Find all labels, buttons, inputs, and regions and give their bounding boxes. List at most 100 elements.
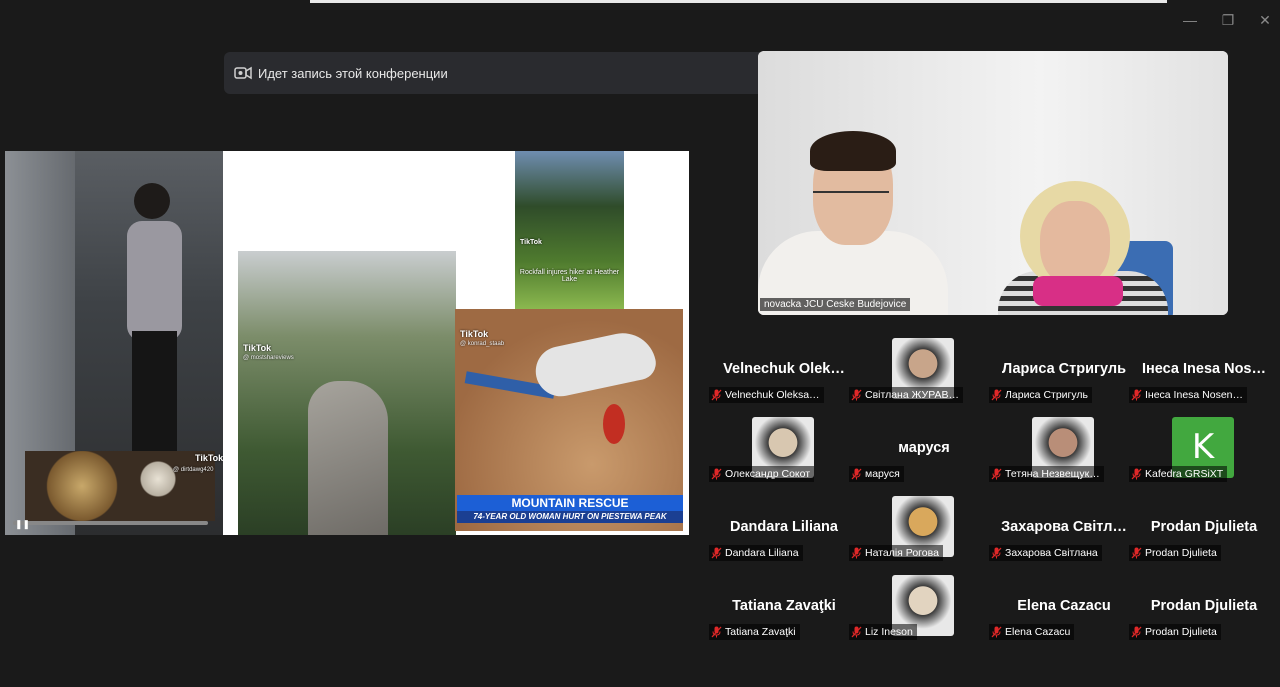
mic-muted-icon — [711, 389, 722, 401]
tiktok-logo-heli: TikTok — [460, 329, 489, 339]
participant-tile[interactable]: Elena Cazacu Elena Cazacu — [989, 573, 1134, 652]
participant-name-label: Світлана ЖУРАВ… — [849, 387, 963, 403]
participant-tile[interactable]: Tatiana Zavaţki Tatiana Zavaţki — [709, 573, 854, 652]
recording-icon — [234, 66, 252, 80]
participant-name-text: Світлана ЖУРАВ… — [865, 389, 959, 401]
participant-name-label: Prodan Djulieta — [1129, 624, 1221, 640]
participant-display-name: Захарова Світл… — [1001, 519, 1127, 535]
participant-display-name: Velnechuk Olek… — [723, 361, 845, 377]
participant-name-text: Олександр Сокот — [725, 468, 811, 480]
participant-display-name: Elena Cazacu — [1017, 598, 1111, 614]
participant-name-label: Тетяна Незвещук… — [989, 466, 1104, 482]
tiktok-logo-kitchen: TikTok — [195, 453, 223, 463]
participant-name-text: Тетяна Незвещук… — [1005, 468, 1100, 480]
participant-name-text: Prodan Djulieta — [1145, 626, 1217, 638]
participant-name-text: Tatiana Zavaţki — [725, 626, 796, 638]
participant-tile[interactable]: Liz Ineson — [849, 573, 994, 652]
participant-display-name: Лариса Стригуль — [1001, 361, 1127, 377]
mic-muted-icon — [711, 547, 722, 559]
mic-muted-icon — [1131, 468, 1142, 480]
pause-icon[interactable]: ❚❚ — [15, 519, 30, 530]
man-hair — [810, 131, 896, 171]
participant-name-text: Наталія Рогова — [865, 547, 939, 559]
participant-name-text: маруся — [865, 468, 900, 480]
participant-tile[interactable]: Dandara Liliana Dandara Liliana — [709, 494, 854, 573]
participant-tile[interactable]: Світлана ЖУРАВ… — [849, 336, 994, 415]
mic-muted-icon — [851, 468, 862, 480]
mountain-video: TikTok Rockfall injures hiker at Heather… — [515, 151, 624, 309]
tiktok-handle-heli: @ konrad_staab — [460, 341, 505, 347]
mic-muted-icon — [1131, 389, 1142, 401]
participant-name-text: Dandara Liliana — [725, 547, 799, 559]
participant-name-text: Інеса Inesa Nosen… — [1145, 389, 1244, 401]
participant-name-text: Velnechuk Oleksa… — [725, 389, 820, 401]
restore-icon[interactable]: ❐ — [1213, 8, 1243, 32]
mic-muted-icon — [711, 468, 722, 480]
participant-tile[interactable]: Олександр Сокот — [709, 415, 854, 494]
participant-name-label: Tatiana Zavaţki — [709, 624, 800, 640]
mountain-caption: Rockfall injures hiker at Heather Lake — [519, 269, 620, 283]
tiktok-handle-kitchen: @ dirtdawg420 — [173, 467, 214, 473]
participant-name-text: Prodan Djulieta — [1145, 547, 1217, 559]
participant-tile[interactable]: Тетяна Незвещук… — [989, 415, 1134, 494]
mic-muted-icon — [1131, 626, 1142, 638]
participant-name-label: Інеса Inesa Nosen… — [1129, 387, 1248, 403]
participant-name-text: Elena Cazacu — [1005, 626, 1071, 638]
participant-name-label: Олександр Сокот — [709, 466, 815, 482]
participant-tile[interactable]: маруся маруся — [849, 415, 994, 494]
participant-tile[interactable]: Інеса Inesa Nos… Інеса Inesa Nosen… — [1129, 336, 1274, 415]
participant-tile[interactable]: Prodan Djulieta Prodan Djulieta — [1129, 573, 1274, 652]
mic-muted-icon — [991, 626, 1002, 638]
mic-muted-icon — [851, 547, 862, 559]
participant-name-text: Лариса Стригуль — [1005, 389, 1088, 401]
broken-dishes — [25, 451, 215, 521]
helicopter-body — [531, 327, 659, 401]
mic-muted-icon — [991, 468, 1002, 480]
mic-muted-icon — [851, 626, 862, 638]
participant-tile[interactable]: K Kafedra GRSiXT — [1129, 415, 1274, 494]
participant-display-name: Prodan Djulieta — [1150, 598, 1258, 614]
participant-name-label: Kafedra GRSiXT — [1129, 466, 1228, 482]
close-icon[interactable]: ✕ — [1250, 8, 1280, 32]
minimize-icon[interactable]: — — [1175, 8, 1205, 32]
participant-display-name: Prodan Djulieta — [1150, 519, 1258, 535]
recording-text: Идет запись этой конференции — [258, 65, 448, 81]
mic-muted-icon — [991, 389, 1002, 401]
participant-name-text: Liz Ineson — [865, 626, 913, 638]
participant-name-label: Velnechuk Oleksa… — [709, 387, 824, 403]
woman-face — [1040, 201, 1110, 286]
mic-muted-icon — [991, 547, 1002, 559]
participant-name-text: Захарова Світлана — [1005, 547, 1098, 559]
kitchen-video: TikTok @ dirtdawg420 ❚❚ — [5, 151, 223, 535]
mic-muted-icon — [711, 626, 722, 638]
participant-tile[interactable]: Prodan Djulieta Prodan Djulieta — [1129, 494, 1274, 573]
participant-display-name: Інеса Inesa Nos… — [1142, 361, 1266, 377]
scarf — [1033, 276, 1123, 306]
news-subline: 74-YEAR OLD WOMAN HURT ON PIESTEWA PEAK — [457, 511, 683, 523]
rescue-person — [603, 404, 625, 444]
participant-tile[interactable]: Лариса Стригуль Лариса Стригуль — [989, 336, 1134, 415]
participant-tile[interactable]: Наталія Рогова — [849, 494, 994, 573]
participant-name-label: Elena Cazacu — [989, 624, 1075, 640]
participant-name-label: Наталія Рогова — [849, 545, 943, 561]
participant-name-label: маруся — [849, 466, 904, 482]
participant-name-label: Prodan Djulieta — [1129, 545, 1221, 561]
participant-tile[interactable]: Захарова Світл… Захарова Світлана — [989, 494, 1134, 573]
mic-muted-icon — [851, 389, 862, 401]
cliff-rock — [308, 381, 388, 535]
participant-display-name: Tatiana Zavaţki — [732, 598, 836, 614]
video-progress-bar[interactable] — [13, 521, 208, 525]
top-strip — [310, 0, 1167, 3]
cliff-video: TikTok @ mostshareviews — [238, 251, 456, 535]
participant-name-label: Захарова Світлана — [989, 545, 1102, 561]
participant-name-label: Лариса Стригуль — [989, 387, 1092, 403]
active-speaker-video[interactable]: novacka JCU Ceske Budejovice — [758, 51, 1228, 315]
shared-screen: TikTok @ dirtdawg420 ❚❚ TikTok @ mostsha… — [5, 151, 689, 535]
tiktok-handle-cliff: @ mostshareviews — [243, 355, 294, 361]
participant-tile[interactable]: Velnechuk Olek… Velnechuk Oleksa… — [709, 336, 854, 415]
participant-display-name: Dandara Liliana — [730, 519, 838, 535]
mic-muted-icon — [1131, 547, 1142, 559]
speaker-name: novacka JCU Ceske Budejovice — [760, 298, 911, 311]
news-headline: MOUNTAIN RESCUE — [457, 495, 683, 511]
participant-name-text: Kafedra GRSiXT — [1145, 468, 1224, 480]
